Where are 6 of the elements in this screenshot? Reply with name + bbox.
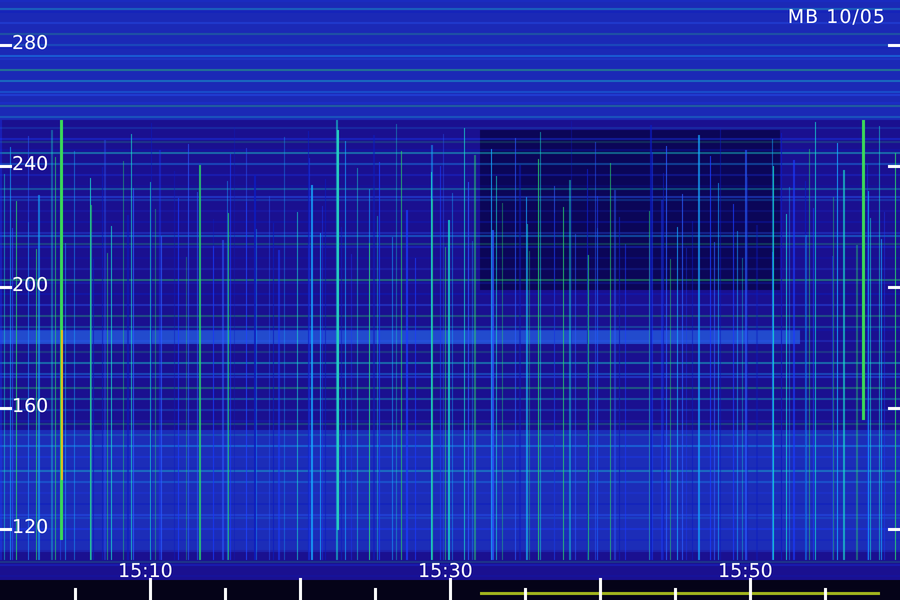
station-label: MB 10/05 [788,6,886,28]
frequency-label: 240 [12,153,48,175]
time-label: 15:10 [118,560,173,582]
frequency-label: 280 [12,32,48,54]
time-label: 15:30 [418,560,473,582]
time-label: 15:50 [718,560,773,582]
